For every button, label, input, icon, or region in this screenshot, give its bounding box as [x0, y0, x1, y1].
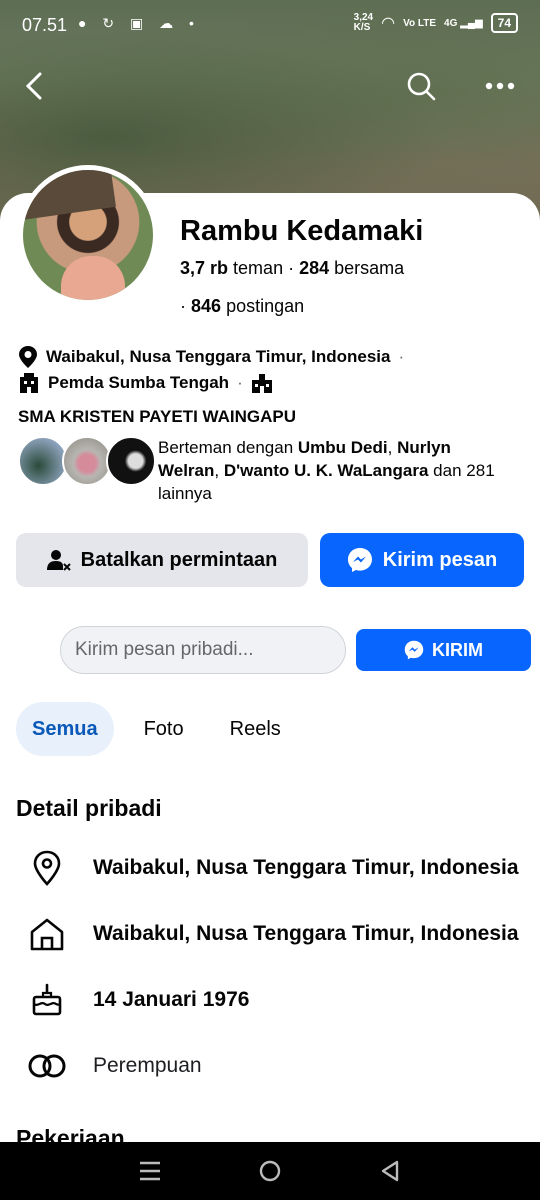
search-button[interactable]: [401, 66, 441, 106]
mutual-count: 284: [299, 258, 330, 278]
back-triangle-icon: [381, 1160, 399, 1182]
separator-dot: ·: [180, 296, 191, 316]
workplace-icon: [20, 373, 38, 393]
mutual-text: Berteman dengan Umbu Dedi, Nurlyn Welran…: [158, 438, 495, 503]
mutual-friend-3[interactable]: D'wanto U. K. WaLangara: [224, 461, 429, 480]
avatar-figure: [61, 256, 125, 300]
kirim-label: KIRIM: [432, 639, 483, 660]
notification-icons: ● ↻ ▣ ☁ •: [78, 15, 200, 31]
home-circle-icon: [259, 1160, 281, 1182]
avatar-background: [23, 170, 116, 221]
personal-details-title: Detail pribadi: [16, 795, 162, 821]
separator-dot: ·: [237, 373, 243, 392]
network-speed: 3,24 K/S: [353, 12, 374, 33]
mutual-avatar: [62, 436, 112, 486]
birthday-cake-icon: [0, 983, 93, 1017]
mutual-avatars: [18, 436, 156, 505]
status-time: 07.51: [22, 15, 68, 35]
wifi-icon: ◠: [381, 15, 396, 32]
kirim-button[interactable]: KIRIM: [356, 629, 531, 671]
cancel-request-button[interactable]: Batalkan permintaan: [16, 533, 308, 587]
friends-label: teman: [233, 258, 284, 278]
detail-location-text: Waibakul, Nusa Tenggara Timur, Indonesia: [93, 856, 519, 879]
profile-name: Rambu Kedamaki: [180, 215, 424, 247]
intro-location: Waibakul, Nusa Tenggara Timur, Indonesia…: [18, 345, 404, 369]
system-back-button[interactable]: [370, 1151, 410, 1191]
profile-actions: Batalkan permintaan Kirim pesan: [16, 533, 524, 587]
separator-dot: ·: [398, 347, 405, 366]
send-message-label: Kirim pesan: [382, 548, 498, 571]
messenger-icon: [404, 640, 424, 660]
friend-stats[interactable]: 3,7 rb teman · 284 bersama: [180, 258, 404, 279]
back-arrow-icon: [25, 72, 42, 100]
detail-hometown-text: Waibakul, Nusa Tenggara Timur, Indonesia: [93, 922, 519, 945]
intro-school-text: SMA KRISTEN PAYETI WAINGAPU: [18, 407, 297, 426]
mutual-friend-1[interactable]: Umbu Dedi: [298, 438, 388, 457]
posts-label: postingan: [226, 296, 305, 316]
status-right: 3,24 K/S ◠ Vo LTE 4G ▂▄▆ 74: [354, 13, 518, 33]
posts-count: 846: [191, 296, 222, 316]
mutual-suffix: dan: [433, 461, 462, 480]
messenger-icon: [347, 548, 372, 572]
home-button[interactable]: [250, 1151, 290, 1191]
post-stats: · 846 postingan: [180, 296, 304, 317]
status-bar: 07.51 ● ↻ ▣ ☁ • 3,24 K/S ◠ Vo LTE 4G ▂▄▆…: [0, 0, 540, 50]
detail-gender-text: Perempuan: [93, 1054, 202, 1077]
detail-gender: Perempuan: [0, 1041, 540, 1091]
detail-location: Waibakul, Nusa Tenggara Timur, Indonesia: [0, 843, 540, 893]
send-message-button[interactable]: Kirim pesan: [320, 533, 524, 587]
detail-birthday: 14 Januari 1976: [0, 975, 540, 1025]
home-icon: [0, 917, 93, 951]
signal-label: 4G: [444, 17, 458, 29]
friends-count: 3,7 rb: [180, 258, 229, 278]
battery-icon: 74: [490, 13, 518, 33]
intro-location-text: Waibakul, Nusa Tenggara Timur, Indonesia: [46, 347, 391, 366]
tab-foto[interactable]: Foto: [128, 702, 200, 756]
private-message-placeholder: Kirim pesan pribadi...: [75, 639, 254, 660]
detail-birthday-text: 14 Januari 1976: [93, 988, 250, 1011]
mutual-friends[interactable]: Berteman dengan Umbu Dedi, Nurlyn Welran…: [18, 436, 528, 505]
tab-reels[interactable]: Reels: [214, 702, 297, 756]
search-icon: [407, 72, 436, 101]
mutual-avatar: [106, 436, 156, 486]
gender-icon: [0, 1053, 93, 1079]
location-pin-icon: [0, 850, 93, 886]
back-button[interactable]: [14, 66, 54, 106]
quick-message: Kirim pesan pribadi... KIRIM: [60, 626, 531, 674]
network-type: Vo LTE: [403, 17, 437, 29]
mutual-avatar: [18, 436, 68, 486]
more-dots-icon: [485, 82, 515, 90]
profile-tabs: Semua Foto Reels: [16, 702, 297, 756]
location-pin-icon: [19, 346, 37, 368]
detail-hometown: Waibakul, Nusa Tenggara Timur, Indonesia: [0, 909, 540, 959]
school-icon: [251, 374, 272, 393]
mutual-prefix: Berteman dengan: [158, 438, 294, 457]
signal-icon: 4G ▂▄▆: [444, 17, 483, 29]
menu-lines-icon: [140, 1161, 160, 1181]
cancel-friend-icon: [46, 550, 71, 571]
more-options-button[interactable]: [480, 66, 520, 106]
separator-dot: ·: [288, 258, 300, 278]
tab-semua[interactable]: Semua: [16, 702, 114, 756]
intro-work-education: Pemda Sumba Tengah · SMA KRISTEN PAYETI …: [18, 370, 518, 430]
intro-work-text: Pemda Sumba Tengah: [48, 373, 230, 392]
system-navigation-bar: [0, 1142, 540, 1200]
private-message-input[interactable]: Kirim pesan pribadi...: [60, 626, 346, 674]
profile-avatar[interactable]: [18, 165, 158, 305]
recent-apps-button[interactable]: [130, 1151, 170, 1191]
cancel-request-label: Batalkan permintaan: [80, 548, 278, 571]
mutual-label: bersama: [334, 258, 405, 278]
